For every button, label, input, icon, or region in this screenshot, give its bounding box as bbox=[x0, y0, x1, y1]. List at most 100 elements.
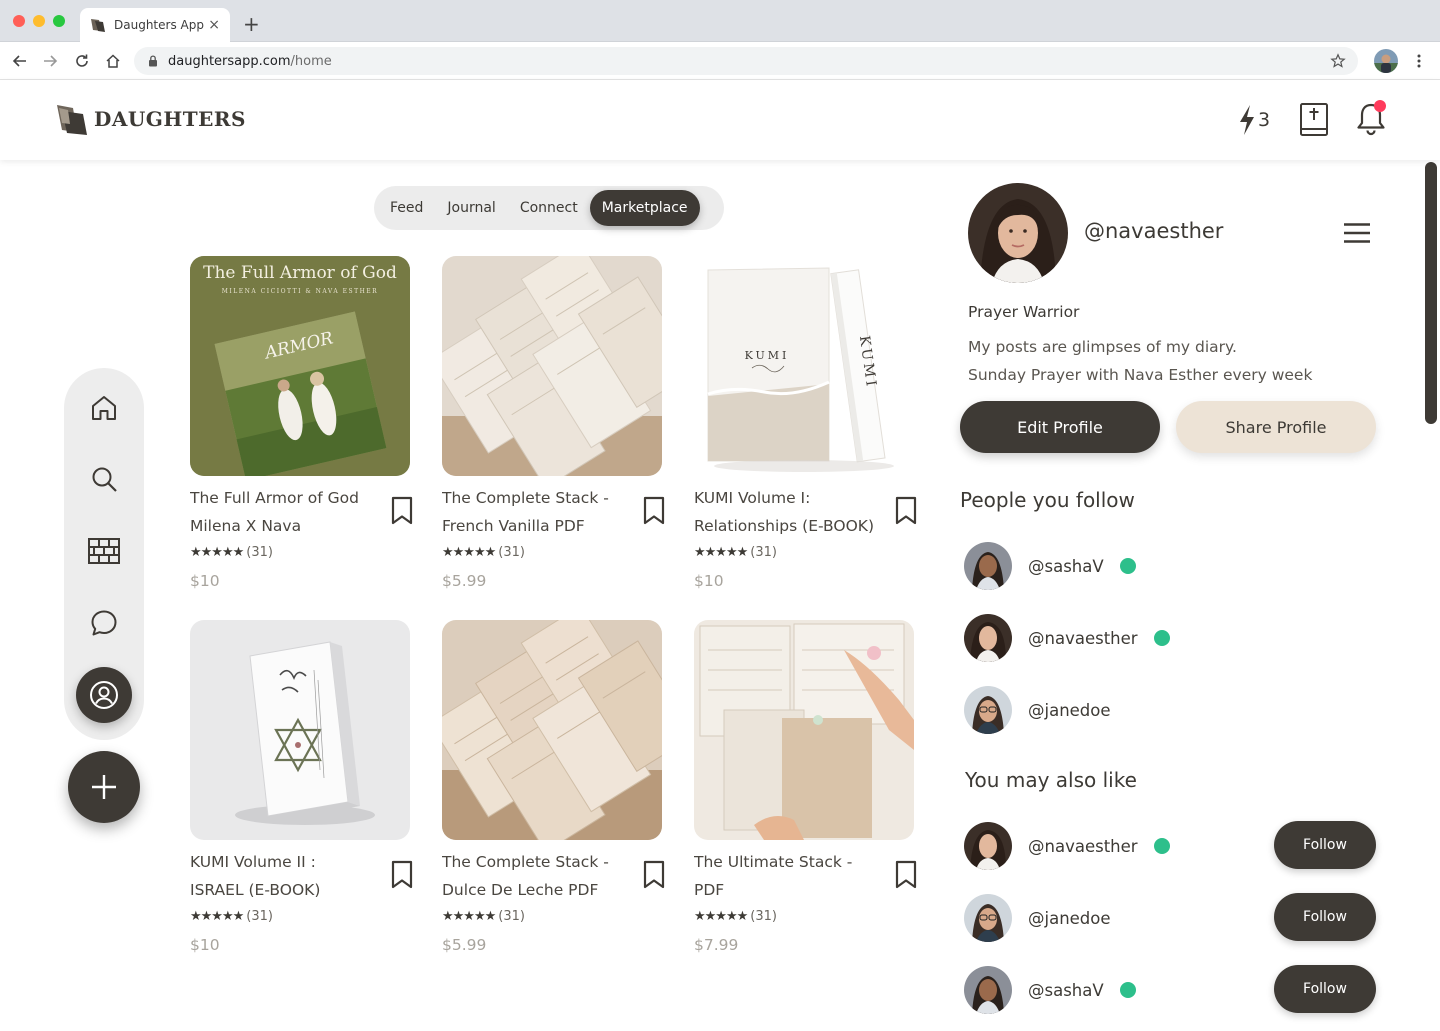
window-close-button[interactable] bbox=[13, 15, 25, 27]
browser-profile-avatar[interactable] bbox=[1374, 49, 1398, 73]
person-handle: @sashaV bbox=[1028, 980, 1104, 1000]
product-card: The Complete Stack - Dulce De Leche PDF ★… bbox=[442, 620, 672, 960]
following-item-janedoe[interactable]: @janedoe bbox=[964, 685, 1111, 735]
bible-icon[interactable] bbox=[1298, 102, 1330, 138]
app-header: DAUGHTERS 3 bbox=[0, 80, 1440, 160]
new-tab-button[interactable]: + bbox=[243, 12, 260, 36]
search-icon bbox=[92, 467, 117, 492]
back-arrow-icon[interactable] bbox=[10, 51, 30, 71]
product-image[interactable]: KUMI KUMI bbox=[694, 256, 914, 476]
product-title[interactable]: The Full Armor of God Milena X Nava bbox=[190, 484, 380, 540]
bookmark-star-icon[interactable] bbox=[1330, 53, 1346, 69]
product-image[interactable] bbox=[442, 256, 662, 476]
product-price: $5.99 bbox=[442, 936, 487, 954]
home-icon bbox=[92, 396, 116, 420]
menu-icon[interactable] bbox=[1343, 222, 1371, 244]
plus-icon bbox=[92, 775, 116, 799]
side-navigation bbox=[64, 368, 144, 740]
tab-marketplace[interactable]: Marketplace bbox=[589, 190, 700, 226]
profile-avatar[interactable] bbox=[968, 183, 1068, 283]
browser-menu-icon[interactable] bbox=[1410, 52, 1428, 70]
product-image[interactable] bbox=[442, 620, 662, 840]
avatar bbox=[964, 614, 1012, 662]
online-status-indicator bbox=[1153, 838, 1170, 854]
profile-role: Prayer Warrior bbox=[968, 303, 1080, 321]
window-maximize-button[interactable] bbox=[53, 15, 65, 27]
product-rating: ★★★★★ (31) bbox=[442, 545, 525, 560]
notifications-button[interactable] bbox=[1354, 100, 1388, 136]
chat-bubble-icon bbox=[91, 610, 117, 636]
rail-marketplace-button[interactable] bbox=[76, 523, 132, 579]
bookmark-icon[interactable] bbox=[642, 860, 666, 890]
create-post-button[interactable] bbox=[68, 751, 140, 823]
cover-title: The Full Armor of God bbox=[203, 263, 397, 283]
tab-feed[interactable]: Feed bbox=[378, 190, 435, 226]
follow-button[interactable]: Follow bbox=[1274, 821, 1376, 869]
product-card: The Complete Stack - French Vanilla PDF ★… bbox=[442, 256, 672, 596]
notification-badge bbox=[1374, 100, 1386, 112]
daughters-logo-icon bbox=[57, 105, 87, 135]
tab-journal[interactable]: Journal bbox=[435, 190, 507, 226]
online-status-indicator bbox=[1119, 558, 1136, 574]
browser-tab-strip: Daughters App × + bbox=[0, 0, 1440, 42]
profile-icon bbox=[90, 681, 118, 709]
avatar bbox=[964, 686, 1012, 734]
product-rating: ★★★★★ (31) bbox=[694, 909, 777, 924]
bookmark-icon[interactable] bbox=[894, 860, 918, 890]
home-browser-icon[interactable] bbox=[103, 51, 123, 71]
share-profile-button[interactable]: Share Profile bbox=[1176, 401, 1376, 453]
suggestion-item-sashav[interactable]: @sashaV bbox=[964, 965, 1136, 1015]
product-image[interactable] bbox=[190, 620, 410, 840]
product-rating: ★★★★★ (31) bbox=[190, 545, 273, 560]
person-handle: @navaesther bbox=[1028, 836, 1138, 856]
product-image[interactable] bbox=[694, 620, 914, 840]
following-item-navaesther[interactable]: @navaesther bbox=[964, 613, 1170, 663]
rail-profile-button[interactable] bbox=[76, 667, 132, 723]
daughters-logo[interactable]: DAUGHTERS bbox=[56, 102, 246, 136]
suggestion-item-navaesther[interactable]: @navaesther bbox=[964, 821, 1170, 871]
profile-handle: @navaesther bbox=[1084, 219, 1224, 243]
rail-search-button[interactable] bbox=[76, 451, 132, 507]
avatar bbox=[964, 822, 1012, 870]
person-handle: @navaesther bbox=[1028, 628, 1138, 648]
following-item-sashav[interactable]: @sashaV bbox=[964, 541, 1136, 591]
product-title[interactable]: The Complete Stack - French Vanilla PDF bbox=[442, 484, 632, 540]
suggestion-item-janedoe[interactable]: @janedoe bbox=[964, 893, 1111, 943]
bookmark-icon[interactable] bbox=[894, 496, 918, 526]
product-card: KUMI Volume II : ISRAEL (E-BOOK) ★★★★★ (31… bbox=[190, 620, 420, 960]
avatar bbox=[964, 894, 1012, 942]
rail-home-button[interactable] bbox=[76, 380, 132, 436]
avatar bbox=[964, 966, 1012, 1014]
lightning-icon bbox=[1240, 105, 1254, 135]
forward-arrow-icon[interactable] bbox=[40, 51, 60, 71]
bookmark-icon[interactable] bbox=[390, 496, 414, 526]
follow-button[interactable]: Follow bbox=[1274, 965, 1376, 1013]
follow-button[interactable]: Follow bbox=[1274, 893, 1376, 941]
tab-close-icon[interactable]: × bbox=[208, 17, 220, 33]
address-bar[interactable]: daughtersapp.com/home bbox=[134, 47, 1358, 75]
product-price: $7.99 bbox=[694, 936, 739, 954]
window-minimize-button[interactable] bbox=[33, 15, 45, 27]
cover-title: KUMI bbox=[745, 349, 790, 362]
product-title[interactable]: KUMI Volume I: Relationships (E-BOOK) bbox=[694, 484, 884, 540]
bookmark-icon[interactable] bbox=[390, 860, 414, 890]
profile-bio: My posts are glimpses of my diary. Sunda… bbox=[968, 338, 1313, 384]
streak-counter[interactable]: 3 bbox=[1238, 104, 1270, 136]
product-image[interactable]: The Full Armor of God MILENA CICIOTTI & … bbox=[190, 256, 410, 476]
rail-messages-button[interactable] bbox=[76, 595, 132, 651]
scrollbar-thumb[interactable] bbox=[1425, 162, 1437, 424]
streak-count: 3 bbox=[1258, 109, 1271, 131]
page-scrollbar[interactable] bbox=[1424, 160, 1438, 1031]
product-title[interactable]: KUMI Volume II : ISRAEL (E-BOOK) bbox=[190, 848, 380, 904]
tab-connect[interactable]: Connect bbox=[508, 190, 590, 226]
online-status-indicator bbox=[1153, 630, 1170, 646]
reload-icon[interactable] bbox=[72, 51, 92, 71]
product-rating: ★★★★★ (31) bbox=[190, 909, 273, 924]
browser-tab-active[interactable]: Daughters App × bbox=[80, 8, 230, 42]
bookmark-icon[interactable] bbox=[642, 496, 666, 526]
edit-profile-button[interactable]: Edit Profile bbox=[960, 401, 1160, 453]
product-title[interactable]: The Ultimate Stack - PDF bbox=[694, 848, 884, 904]
product-title[interactable]: The Complete Stack - Dulce De Leche PDF bbox=[442, 848, 632, 904]
person-handle: @sashaV bbox=[1028, 556, 1104, 576]
product-card: The Full Armor of God MILENA CICIOTTI & … bbox=[190, 256, 420, 596]
